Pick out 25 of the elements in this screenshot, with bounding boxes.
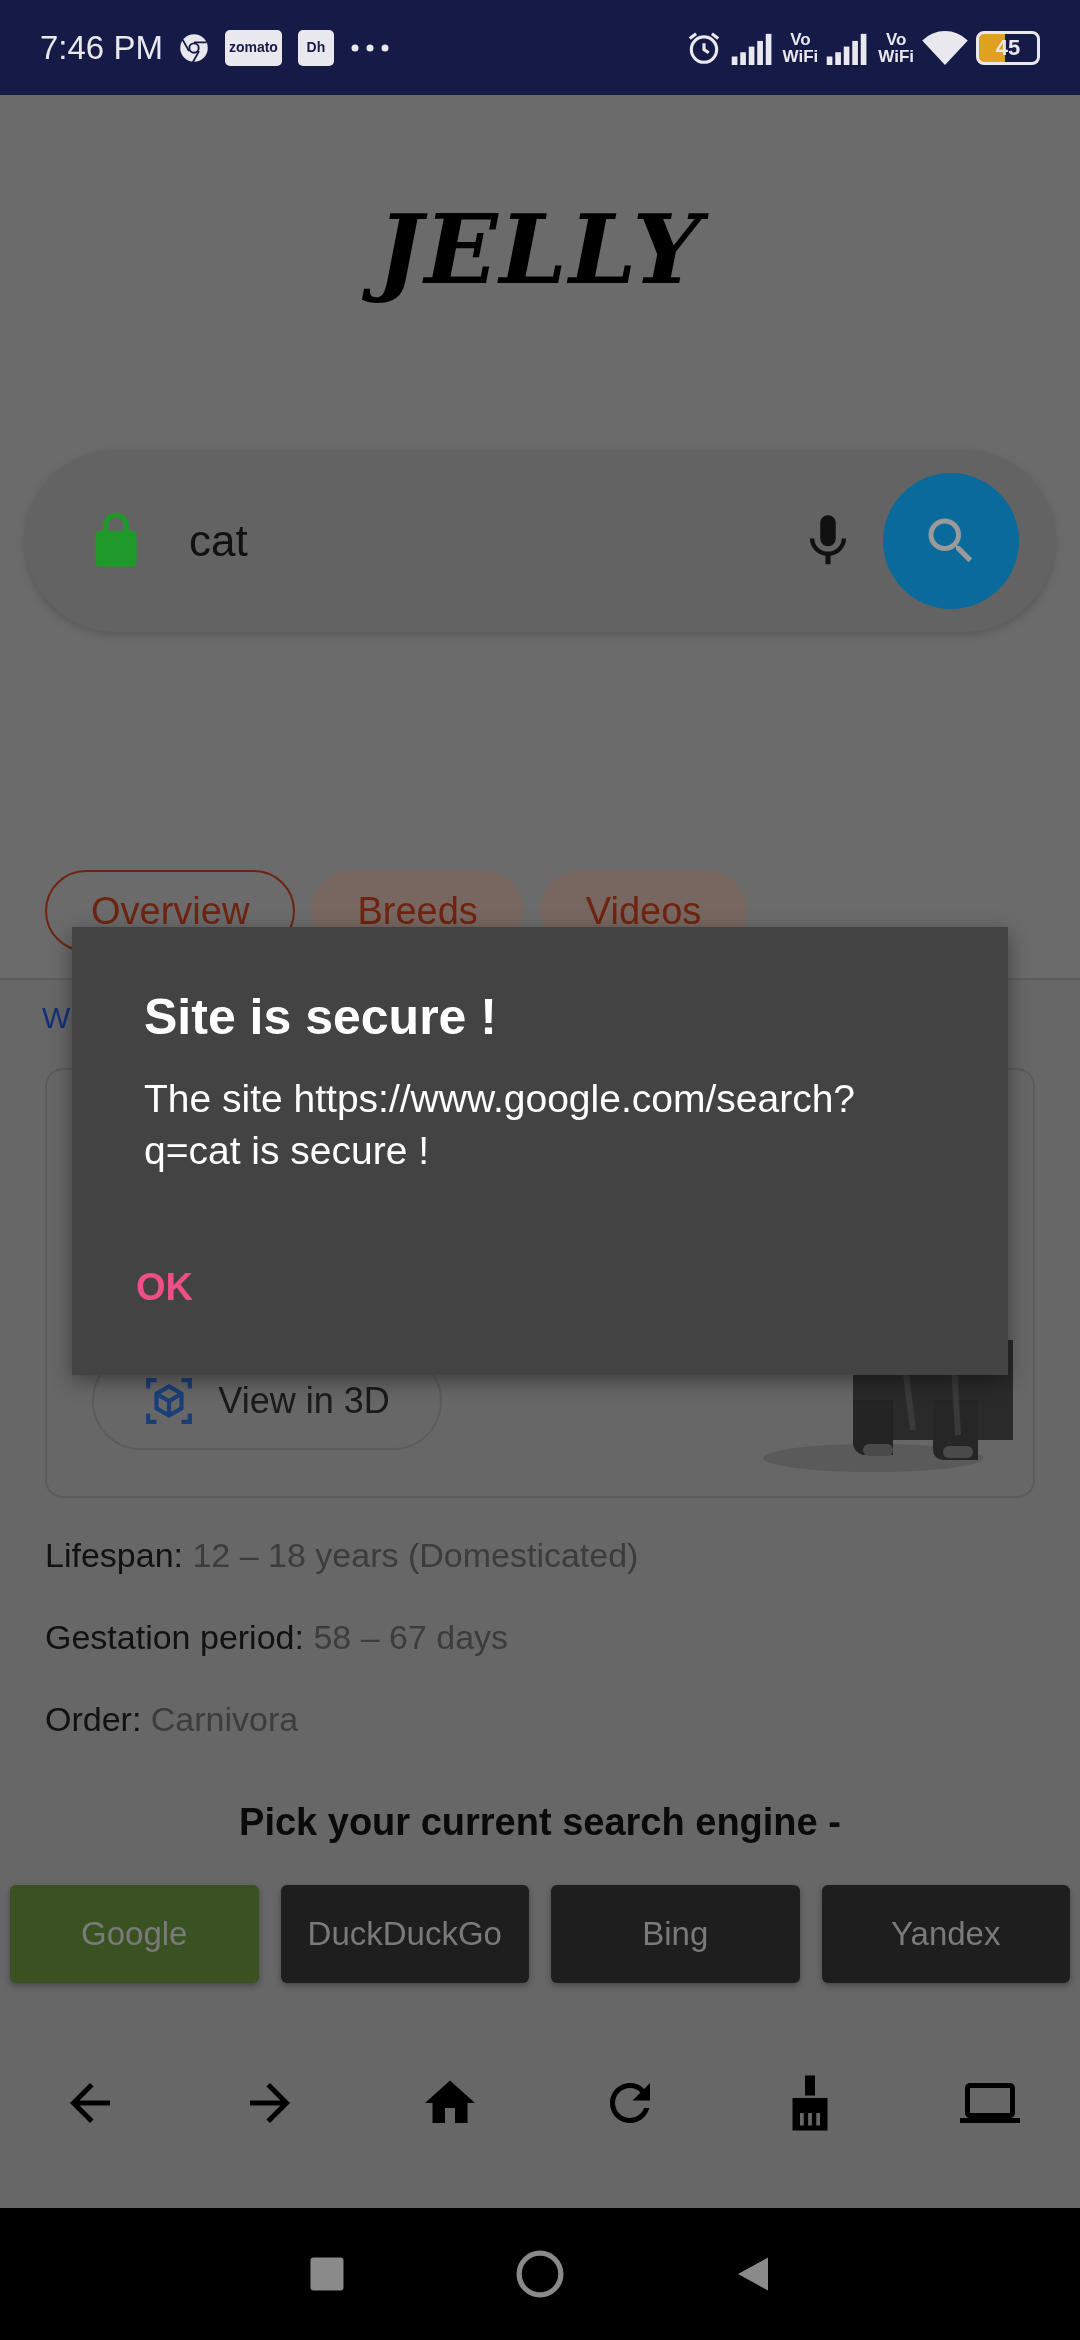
search-field[interactable]: cat [187, 507, 797, 575]
search-bar[interactable]: cat [25, 450, 1055, 632]
ok-button[interactable]: OK [112, 1252, 217, 1322]
browser-icon [178, 32, 209, 63]
link[interactable]: W [42, 998, 71, 1038]
search-engine-button[interactable]: Bing [551, 1885, 800, 1983]
section-heading: Pick your current search engine - [238, 1800, 842, 1845]
search-engine-button[interactable]: Yandex [821, 1885, 1070, 1983]
app-notification-icon: Dh [297, 29, 334, 66]
app-logo: JELLY [0, 95, 1080, 305]
network-label: WiFi [782, 47, 819, 65]
circle-icon[interactable] [515, 2249, 565, 2299]
dialog-title: Site is secure ! [144, 988, 498, 1047]
more-icon [349, 42, 390, 53]
app-notification-icon: zomato [224, 29, 282, 66]
search-engine-button[interactable]: Google [10, 1885, 259, 1983]
network-label: Vo [789, 30, 812, 48]
clock-time: 7:46 PM [40, 27, 163, 68]
network-label: WiFi [878, 47, 914, 65]
wifi-icon [922, 28, 968, 67]
square-icon[interactable] [309, 2256, 345, 2292]
search-engine-button[interactable]: DuckDuckGo [280, 1885, 529, 1983]
cube-icon [144, 1376, 195, 1426]
dialog-message: The site https://www.google.com/search?q=cat is secure ! [144, 1076, 856, 1174]
network-label: Vo [884, 30, 908, 48]
